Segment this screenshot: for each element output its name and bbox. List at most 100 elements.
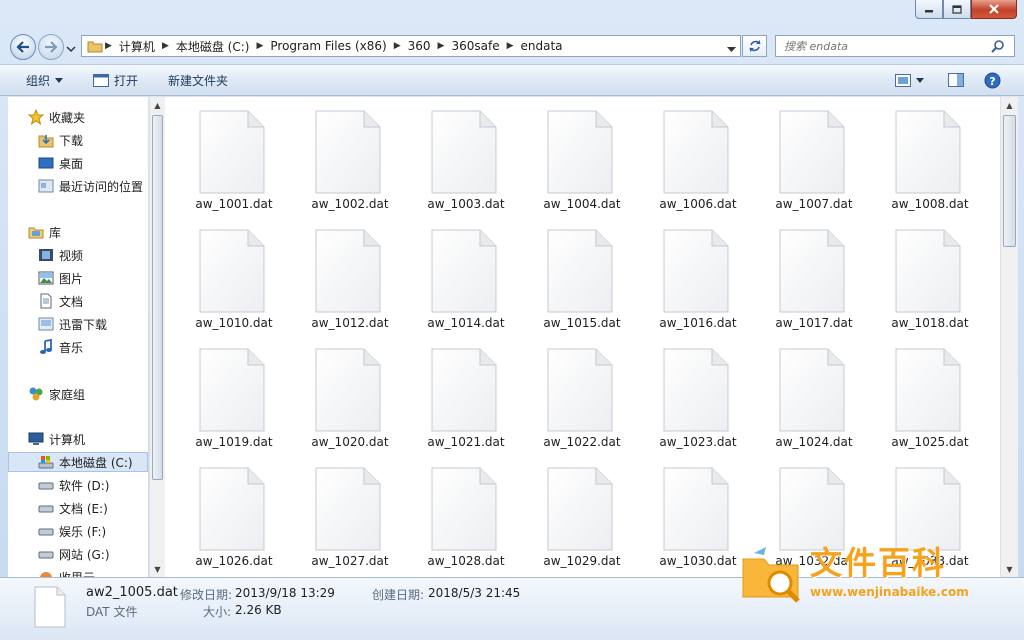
minimize-button[interactable]: [915, 0, 943, 19]
breadcrumb-program-files[interactable]: Program Files (x86): [265, 36, 391, 56]
breadcrumb-360[interactable]: 360: [403, 36, 436, 56]
file-item[interactable]: aw_1021.dat: [397, 335, 505, 453]
file-item[interactable]: aw_1007.dat: [745, 97, 853, 215]
nav-item-xunlei[interactable]: 迅雷下载: [38, 314, 107, 334]
dat-file-icon: [199, 229, 265, 313]
file-item[interactable]: aw_1017.dat: [745, 216, 853, 334]
nav-item-drive-d[interactable]: 软件 (D:): [38, 475, 109, 495]
change-view-button[interactable]: [895, 65, 924, 95]
address-bar[interactable]: ▶ 计算机 ▶ 本地磁盘 (C:) ▶ Program Files (x86) …: [81, 35, 741, 57]
nav-item-videos[interactable]: 视频: [38, 245, 83, 265]
nav-libraries[interactable]: 库: [28, 222, 61, 242]
file-item[interactable]: aw_1004.dat: [513, 97, 621, 215]
scroll-down-arrow-icon[interactable]: ▼: [150, 561, 165, 577]
breadcrumb-separator: ▶: [161, 41, 169, 51]
content-scrollbar-thumb[interactable]: [1003, 115, 1016, 247]
modified-date-label: 修改日期:: [180, 588, 233, 602]
scroll-up-arrow-icon[interactable]: ▲: [1001, 97, 1018, 113]
new-folder-button[interactable]: 新建文件夹: [168, 65, 228, 95]
file-item[interactable]: aw_1003.dat: [397, 97, 505, 215]
nav-item-drive-f[interactable]: 娱乐 (F:): [38, 521, 106, 541]
file-item[interactable]: aw_1020.dat: [281, 335, 389, 453]
file-item[interactable]: aw_1006.dat: [629, 97, 737, 215]
nav-item-recent[interactable]: 最近访问的位置: [38, 176, 143, 196]
nav-item-label: 文档 (E:): [59, 501, 108, 516]
breadcrumb-separator: ▶: [256, 41, 264, 51]
close-button[interactable]: [971, 0, 1017, 19]
folder-icon: [87, 39, 103, 53]
file-item[interactable]: aw_1027.dat: [281, 454, 389, 572]
library-icon: [28, 224, 44, 240]
nav-item-label: 迅雷下载: [59, 317, 108, 332]
search-icon[interactable]: [991, 39, 1005, 53]
caption-buttons: [915, 0, 1017, 20]
breadcrumb-360safe[interactable]: 360safe: [446, 36, 504, 56]
drive-icon: [38, 546, 54, 562]
file-item[interactable]: aw_1015.dat: [513, 216, 621, 334]
scroll-up-arrow-icon[interactable]: ▲: [150, 97, 165, 113]
content-scrollbar[interactable]: ▲ ▼: [1000, 97, 1018, 577]
drive-icon: [38, 477, 54, 493]
file-item[interactable]: aw_1023.dat: [629, 335, 737, 453]
file-item[interactable]: aw_1016.dat: [629, 216, 737, 334]
nav-scrollbar-thumb[interactable]: [152, 115, 163, 480]
homegroup-icon: [28, 386, 44, 402]
dat-file-icon: [779, 110, 845, 194]
nav-item-label: 最近访问的位置: [59, 179, 144, 194]
star-icon: [28, 109, 44, 125]
file-item[interactable]: aw_1025.dat: [861, 335, 969, 453]
nav-item-cloud[interactable]: 收里云: [38, 567, 95, 577]
refresh-button[interactable]: [742, 35, 767, 57]
file-item[interactable]: aw_1030.dat: [629, 454, 737, 572]
help-button[interactable]: ?: [984, 65, 1001, 95]
nav-item-drive-c[interactable]: 本地磁盘 (C:): [8, 452, 148, 472]
dat-file-icon: [431, 467, 497, 551]
preview-pane-button[interactable]: [948, 65, 964, 95]
search-box[interactable]: [775, 35, 1015, 57]
file-item[interactable]: aw_1002.dat: [281, 97, 389, 215]
back-button[interactable]: [10, 34, 36, 60]
breadcrumb-local-disk[interactable]: 本地磁盘 (C:): [171, 36, 255, 56]
nav-item-music[interactable]: 音乐: [38, 337, 83, 357]
nav-scrollbar[interactable]: ▲ ▼: [149, 97, 165, 577]
file-item[interactable]: aw_1001.dat: [165, 97, 273, 215]
file-item[interactable]: aw_1008.dat: [861, 97, 969, 215]
file-item[interactable]: aw_1018.dat: [861, 216, 969, 334]
file-item[interactable]: aw_1010.dat: [165, 216, 273, 334]
file-item[interactable]: aw_1022.dat: [513, 335, 621, 453]
picture-icon: [38, 270, 54, 286]
dat-file-icon: [199, 110, 265, 194]
drive-icon: [38, 523, 54, 539]
file-item[interactable]: aw_1026.dat: [165, 454, 273, 572]
file-item[interactable]: aw_1014.dat: [397, 216, 505, 334]
nav-item-downloads[interactable]: 下载: [38, 130, 83, 150]
nav-item-desktop[interactable]: 桌面: [38, 153, 83, 173]
nav-favorites[interactable]: 收藏夹: [28, 107, 85, 127]
dat-file-icon: [431, 110, 497, 194]
file-item[interactable]: aw_1012.dat: [281, 216, 389, 334]
organize-button[interactable]: 组织: [26, 65, 64, 95]
address-history-dropdown[interactable]: [727, 42, 736, 56]
recent-pages-dropdown[interactable]: [66, 42, 76, 56]
nav-item-drive-e[interactable]: 文档 (E:): [38, 498, 108, 518]
scroll-down-arrow-icon[interactable]: ▼: [1001, 561, 1018, 577]
maximize-button[interactable]: [943, 0, 971, 19]
nav-item-label: 网站 (G:): [59, 547, 110, 562]
nav-item-documents[interactable]: 文档: [38, 291, 83, 311]
file-item[interactable]: aw_1019.dat: [165, 335, 273, 453]
file-item[interactable]: aw_1029.dat: [513, 454, 621, 572]
breadcrumb-endata[interactable]: endata: [516, 36, 568, 56]
file-item[interactable]: aw_1024.dat: [745, 335, 853, 453]
dat-file-icon: [895, 110, 961, 194]
nav-item-pictures[interactable]: 图片: [38, 268, 83, 288]
breadcrumb-computer[interactable]: 计算机: [114, 36, 160, 56]
dat-file-icon: [315, 229, 381, 313]
nav-homegroup[interactable]: 家庭组: [28, 384, 85, 404]
search-input[interactable]: [782, 38, 991, 54]
open-button[interactable]: 打开: [93, 65, 138, 95]
nav-item-drive-g[interactable]: 网站 (G:): [38, 544, 110, 564]
nav-computer[interactable]: 计算机: [28, 429, 85, 449]
size-value: 2.26 KB: [235, 603, 282, 617]
file-item[interactable]: aw_1028.dat: [397, 454, 505, 572]
forward-button[interactable]: [38, 34, 64, 60]
